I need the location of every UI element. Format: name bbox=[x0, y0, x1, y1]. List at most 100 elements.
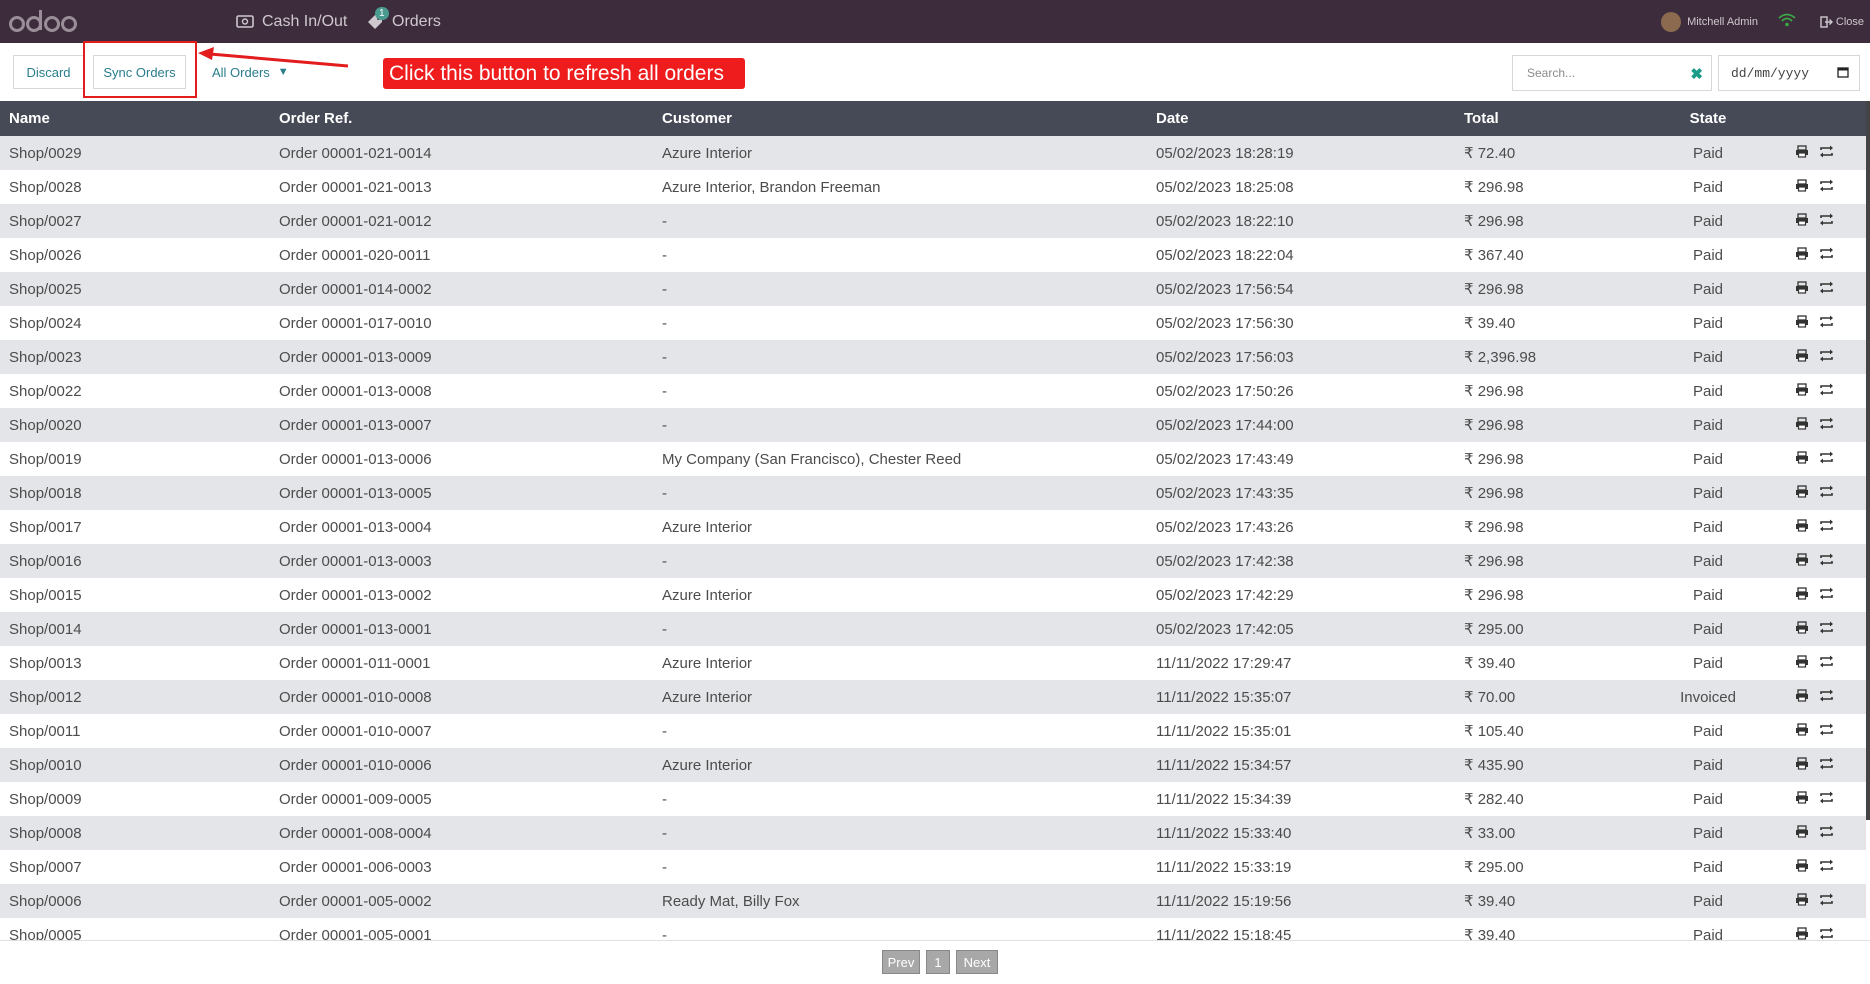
print-icon[interactable] bbox=[1795, 281, 1809, 298]
refund-icon[interactable] bbox=[1819, 723, 1834, 740]
print-icon[interactable] bbox=[1795, 791, 1809, 808]
cell-name: Shop/0019 bbox=[9, 450, 82, 468]
refund-icon[interactable] bbox=[1819, 927, 1834, 941]
table-row[interactable]: Shop/0020 Order 00001-013-0007 - 05/02/2023… bbox=[0, 408, 1866, 442]
refund-icon[interactable] bbox=[1819, 247, 1834, 264]
print-icon[interactable] bbox=[1795, 179, 1809, 196]
print-icon[interactable] bbox=[1795, 587, 1809, 604]
orders-table: Name Order Ref. Customer Date Total Stat… bbox=[0, 101, 1866, 941]
prev-page-button[interactable]: Prev bbox=[882, 950, 920, 974]
refund-icon[interactable] bbox=[1819, 281, 1834, 298]
refund-icon[interactable] bbox=[1819, 145, 1834, 162]
refund-icon[interactable] bbox=[1819, 519, 1834, 536]
refund-icon[interactable] bbox=[1819, 859, 1834, 876]
print-icon[interactable] bbox=[1795, 893, 1809, 910]
current-page-button[interactable]: 1 bbox=[926, 950, 950, 974]
print-icon[interactable] bbox=[1795, 349, 1809, 366]
close-button[interactable]: Close bbox=[1820, 0, 1864, 43]
refund-icon[interactable] bbox=[1819, 485, 1834, 502]
print-icon[interactable] bbox=[1795, 825, 1809, 842]
refund-icon[interactable] bbox=[1819, 417, 1834, 434]
table-row[interactable]: Shop/0023 Order 00001-013-0009 - 05/02/2023… bbox=[0, 340, 1866, 374]
print-icon[interactable] bbox=[1795, 383, 1809, 400]
table-row[interactable]: Shop/0008 Order 00001-008-0004 - 11/11/2022… bbox=[0, 816, 1866, 850]
refund-icon[interactable] bbox=[1819, 689, 1834, 706]
refund-icon[interactable] bbox=[1819, 893, 1834, 910]
table-row[interactable]: Shop/0017 Order 00001-013-0004 Azure Inter… bbox=[0, 510, 1866, 544]
refund-icon[interactable] bbox=[1819, 213, 1834, 230]
cell-date: 05/02/2023 17:56:30 bbox=[1156, 314, 1294, 332]
print-icon[interactable] bbox=[1795, 689, 1809, 706]
print-icon[interactable] bbox=[1795, 315, 1809, 332]
refund-icon[interactable] bbox=[1819, 179, 1834, 196]
table-row[interactable]: Shop/0028 Order 00001-021-0013 Azure Inter… bbox=[0, 170, 1866, 204]
print-icon[interactable] bbox=[1795, 451, 1809, 468]
table-row[interactable]: Shop/0014 Order 00001-013-0001 - 05/02/2023… bbox=[0, 612, 1866, 646]
nav-orders[interactable]: Orders bbox=[366, 0, 441, 43]
print-icon[interactable] bbox=[1795, 417, 1809, 434]
refund-icon[interactable] bbox=[1819, 349, 1834, 366]
cell-name: Shop/0010 bbox=[9, 756, 82, 774]
table-row[interactable]: Shop/0009 Order 00001-009-0005 - 11/11/2022… bbox=[0, 782, 1866, 816]
print-icon[interactable] bbox=[1795, 621, 1809, 638]
table-scrollbar[interactable] bbox=[1866, 101, 1870, 820]
refund-icon[interactable] bbox=[1819, 587, 1834, 604]
table-row[interactable]: Shop/0013 Order 00001-011-0001 Azure Inter… bbox=[0, 646, 1866, 680]
cell-total: ₹ 296.98 bbox=[1464, 179, 1524, 196]
user-menu[interactable]: Mitchell Admin bbox=[1661, 0, 1758, 43]
table-row[interactable]: Shop/0016 Order 00001-013-0003 - 05/02/2023… bbox=[0, 544, 1866, 578]
table-row[interactable]: Shop/0026 Order 00001-020-0011 - 05/02/2023… bbox=[0, 238, 1866, 272]
print-icon[interactable] bbox=[1795, 655, 1809, 672]
cell-customer: - bbox=[662, 484, 667, 502]
table-row[interactable]: Shop/0025 Order 00001-014-0002 - 05/02/2023… bbox=[0, 272, 1866, 306]
print-icon[interactable] bbox=[1795, 213, 1809, 230]
refund-icon[interactable] bbox=[1819, 451, 1834, 468]
calendar-icon[interactable] bbox=[1837, 66, 1849, 78]
print-icon[interactable] bbox=[1795, 859, 1809, 876]
cell-actions bbox=[1753, 850, 1866, 884]
date-placeholder: dd/mm/yyyy bbox=[1731, 65, 1810, 81]
orders-count-badge: 1 bbox=[375, 7, 389, 20]
cell-order-ref: Order 00001-010-0006 bbox=[279, 756, 432, 774]
table-row[interactable]: Shop/0010 Order 00001-010-0006 Azure Inter… bbox=[0, 748, 1866, 782]
table-row[interactable]: Shop/0011 Order 00001-010-0007 - 11/11/2022… bbox=[0, 714, 1866, 748]
table-row[interactable]: Shop/0006 Order 00001-005-0002 Ready Mat, … bbox=[0, 884, 1866, 918]
refund-icon[interactable] bbox=[1819, 315, 1834, 332]
refund-icon[interactable] bbox=[1819, 621, 1834, 638]
table-row[interactable]: Shop/0022 Order 00001-013-0008 - 05/02/2023… bbox=[0, 374, 1866, 408]
cell-total: ₹ 296.98 bbox=[1464, 281, 1524, 298]
table-row[interactable]: Shop/0018 Order 00001-013-0005 - 05/02/2023… bbox=[0, 476, 1866, 510]
refund-icon[interactable] bbox=[1819, 791, 1834, 808]
print-icon[interactable] bbox=[1795, 519, 1809, 536]
table-row[interactable]: Shop/0012 Order 00001-010-0008 Azure Inter… bbox=[0, 680, 1866, 714]
print-icon[interactable] bbox=[1795, 757, 1809, 774]
refund-icon[interactable] bbox=[1819, 553, 1834, 570]
cell-customer: - bbox=[662, 858, 667, 876]
cell-total: ₹ 296.98 bbox=[1464, 213, 1524, 230]
print-icon[interactable] bbox=[1795, 247, 1809, 264]
table-row[interactable]: Shop/0024 Order 00001-017-0010 - 05/02/2023… bbox=[0, 306, 1866, 340]
table-row[interactable]: Shop/0027 Order 00001-021-0012 - 05/02/2023… bbox=[0, 204, 1866, 238]
print-icon[interactable] bbox=[1795, 927, 1809, 941]
table-row[interactable]: Shop/0007 Order 00001-006-0003 - 11/11/2022… bbox=[0, 850, 1866, 884]
table-row[interactable]: Shop/0015 Order 00001-013-0002 Azure Inter… bbox=[0, 578, 1866, 612]
print-icon[interactable] bbox=[1795, 723, 1809, 740]
table-row[interactable]: Shop/0029 Order 00001-021-0014 Azure Inter… bbox=[0, 136, 1866, 170]
search-input[interactable]: Search... ✖ bbox=[1512, 55, 1712, 91]
print-icon[interactable] bbox=[1795, 553, 1809, 570]
table-row[interactable]: Shop/0019 Order 00001-013-0006 My Company … bbox=[0, 442, 1866, 476]
refund-icon[interactable] bbox=[1819, 655, 1834, 672]
next-page-button[interactable]: Next bbox=[956, 950, 998, 974]
refund-icon[interactable] bbox=[1819, 383, 1834, 400]
odoo-logo bbox=[9, 10, 77, 32]
discard-button[interactable]: Discard bbox=[13, 55, 84, 89]
refund-icon[interactable] bbox=[1819, 757, 1834, 774]
print-icon[interactable] bbox=[1795, 145, 1809, 162]
clear-search-icon[interactable]: ✖ bbox=[1690, 65, 1703, 83]
table-row[interactable]: Shop/0005 Order 00001-005-0001 - 11/11/2022… bbox=[0, 918, 1866, 941]
cell-actions bbox=[1753, 442, 1866, 476]
date-filter-input[interactable]: dd/mm/yyyy bbox=[1718, 55, 1860, 91]
refund-icon[interactable] bbox=[1819, 825, 1834, 842]
print-icon[interactable] bbox=[1795, 485, 1809, 502]
nav-cash-in-out[interactable]: Cash In/Out bbox=[236, 0, 347, 43]
